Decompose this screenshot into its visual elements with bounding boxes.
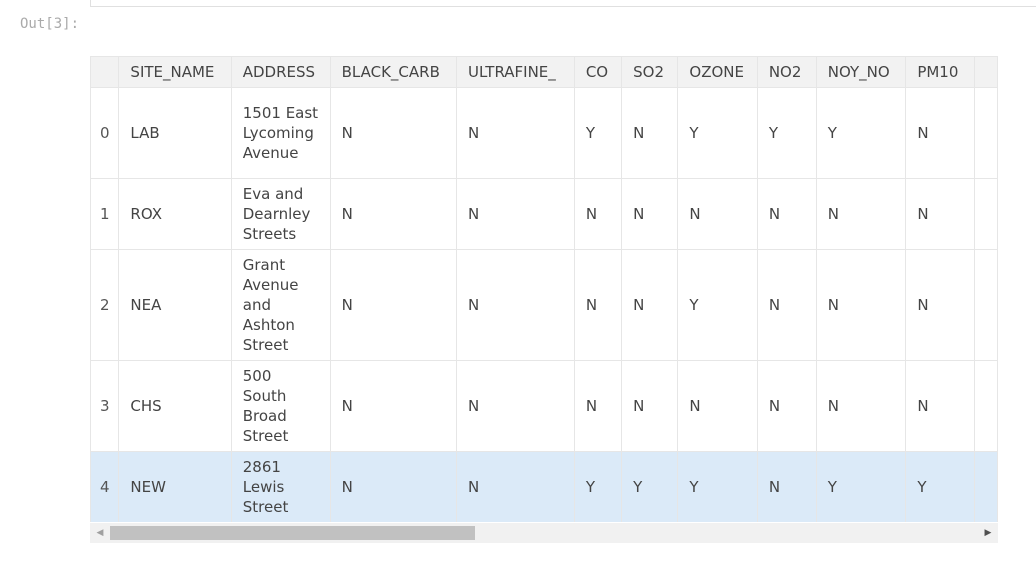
column-header: CO [573,56,623,88]
table-cell: N [815,360,907,452]
table-row-selected[interactable]: 4 NEW 2861 Lewis Street N N Y Y Y N Y Y [90,451,998,522]
table-cell-overflow [973,249,998,361]
table-cell: CHS [118,360,232,452]
table-row[interactable]: 3 CHS 500 South Broad Street N N N N N N… [90,360,998,452]
table-cell: Y [677,87,758,179]
table-cell: Eva and Dearnley Streets [230,178,331,250]
table-cell: N [621,178,679,250]
row-index: 0 [90,87,120,179]
scrollbar-thumb[interactable] [110,526,475,540]
table-cell: N [329,249,458,361]
table-cell: N [456,87,575,179]
row-index: 1 [90,178,120,250]
table-cell: Y [573,87,623,179]
column-header: OZONE [677,56,758,88]
table-cell: N [621,87,679,179]
table-cell: LAB [118,87,232,179]
table-cell: N [905,178,975,250]
table-cell: Y [815,87,907,179]
row-index: 3 [90,360,120,452]
table-cell: Y [905,451,975,522]
table-cell-overflow [973,178,998,250]
table-cell: NEA [118,249,232,361]
table-cell: Y [573,451,623,522]
table-cell: N [905,249,975,361]
table-cell: 500 South Broad Street [230,360,331,452]
table-cell: N [815,249,907,361]
table-cell: N [756,451,817,522]
table-cell: N [677,360,758,452]
dataframe-output: SITE_NAME ADDRESS BLACK_CARB ULTRAFINE_ … [90,56,998,522]
table-cell: N [756,360,817,452]
table-row[interactable]: 1 ROX Eva and Dearnley Streets N N N N N… [90,178,998,250]
index-header [90,56,120,88]
table-cell: 1501 East Lycoming Avenue [230,87,331,179]
table-cell: N [621,360,679,452]
table-cell: N [573,360,623,452]
table-cell: Y [756,87,817,179]
table-cell-overflow [973,360,998,452]
row-index: 4 [90,451,120,522]
column-header: PM10 [905,56,975,88]
table-cell: N [456,451,575,522]
table-cell: N [573,178,623,250]
table-cell: N [815,178,907,250]
scroll-right-arrow-icon[interactable]: ▶ [978,523,998,543]
column-header: BLACK_CARB [329,56,458,88]
row-index: 2 [90,249,120,361]
table-cell: Y [815,451,907,522]
table-cell: 2861 Lewis Street [230,451,331,522]
table-cell: N [456,178,575,250]
column-header: ADDRESS [230,56,331,88]
column-header: NO2 [756,56,817,88]
column-header: SO2 [621,56,679,88]
table-cell: N [756,178,817,250]
table-cell: N [456,360,575,452]
column-header: ULTRAFINE_ [456,56,575,88]
column-header: NOY_NO [815,56,907,88]
dataframe-table: SITE_NAME ADDRESS BLACK_CARB ULTRAFINE_ … [90,56,998,522]
table-cell: N [756,249,817,361]
table-cell: N [329,360,458,452]
table-cell: N [329,178,458,250]
table-row[interactable]: 0 LAB 1501 East Lycoming Avenue N N Y N … [90,87,998,179]
table-cell: N [677,178,758,250]
table-cell-overflow [973,87,998,179]
table-cell: N [621,249,679,361]
table-cell: N [905,360,975,452]
table-cell: N [573,249,623,361]
table-row[interactable]: 2 NEA Grant Avenue and Ashton Street N N… [90,249,998,361]
previous-cell-edge [90,0,1036,7]
table-cell: N [329,87,458,179]
table-header-row: SITE_NAME ADDRESS BLACK_CARB ULTRAFINE_ … [90,56,998,88]
column-header: SITE_NAME [118,56,232,88]
table-cell: Y [621,451,679,522]
scroll-left-arrow-icon[interactable]: ◀ [90,523,110,543]
table-cell: N [905,87,975,179]
output-prompt: Out[3]: [20,16,80,32]
table-cell: Y [677,451,758,522]
table-cell: NEW [118,451,232,522]
column-header-overflow [973,56,998,88]
horizontal-scrollbar[interactable]: ◀ ▶ [90,523,998,543]
table-cell: N [456,249,575,361]
table-cell: ROX [118,178,232,250]
table-cell: Y [677,249,758,361]
table-cell-overflow [973,451,998,522]
table-cell: Grant Avenue and Ashton Street [230,249,331,361]
table-cell: N [329,451,458,522]
